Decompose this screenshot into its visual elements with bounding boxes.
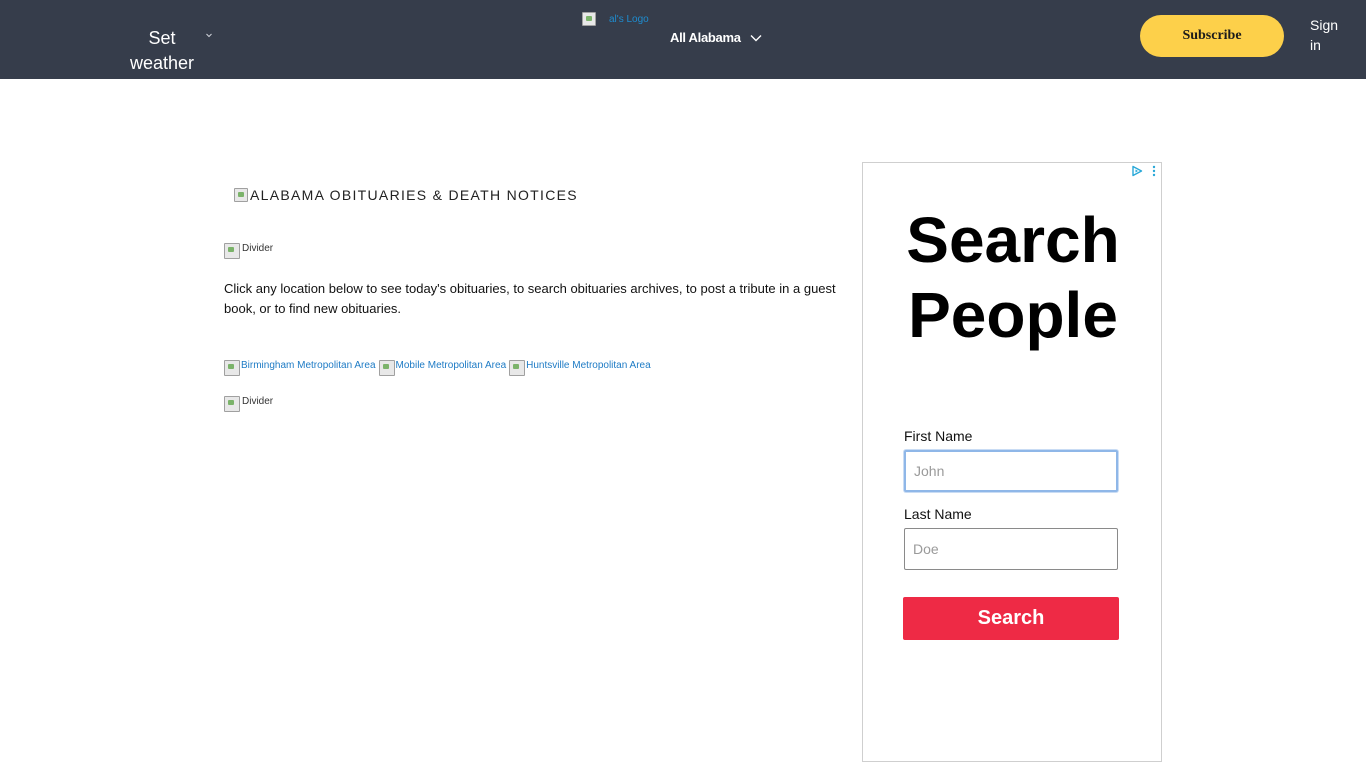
- metro-link-label: Birmingham Metropolitan Area: [241, 360, 376, 371]
- search-button[interactable]: Search: [903, 597, 1119, 640]
- metro-link-label: Huntsville Metropolitan Area: [526, 360, 651, 371]
- metro-area-links: Birmingham Metropolitan Area Mobile Metr…: [224, 360, 651, 376]
- broken-image-icon: [582, 12, 596, 26]
- ad-heading: Search People: [906, 204, 1120, 351]
- set-weather-button[interactable]: Set weather: [120, 26, 204, 76]
- chevron-down-icon[interactable]: [205, 31, 213, 39]
- divider-alt-text: Divider: [242, 396, 274, 407]
- logo-alt-text: al's Logo: [609, 13, 649, 25]
- chevron-down-icon: [750, 34, 762, 41]
- divider-image: Divider: [224, 396, 273, 412]
- sign-in-link[interactable]: Sign in: [1310, 15, 1350, 55]
- broken-image-icon: [224, 396, 240, 412]
- subscribe-button[interactable]: Subscribe: [1140, 15, 1284, 57]
- site-logo-link[interactable]: al's Logo: [582, 12, 649, 26]
- last-name-label: Last Name: [904, 506, 972, 522]
- broken-image-icon: [378, 360, 395, 376]
- intro-text: Click any location below to see today's …: [224, 281, 836, 316]
- page-title: ALABAMA OBITUARIES & DEATH NOTICES: [250, 187, 578, 203]
- broken-image-icon: [509, 360, 526, 376]
- metro-link-mobile[interactable]: Mobile Metropolitan Area: [378, 360, 507, 376]
- first-name-label: First Name: [904, 428, 973, 444]
- search-people-ad[interactable]: Search People First Name Last Name Searc…: [862, 162, 1162, 762]
- metro-link-huntsville[interactable]: Huntsville Metropolitan Area: [509, 360, 651, 376]
- metro-link-label: Mobile Metropolitan Area: [395, 360, 507, 371]
- metro-link-birmingham[interactable]: Birmingham Metropolitan Area: [224, 360, 376, 376]
- site-header: Set weather al's Logo All Alabama Subscr…: [0, 0, 1366, 79]
- divider-alt-text: Divider: [242, 243, 274, 254]
- region-label: All Alabama: [670, 30, 741, 45]
- broken-image-icon: [234, 188, 248, 202]
- broken-image-icon: [224, 360, 240, 376]
- last-name-input[interactable]: [904, 528, 1118, 570]
- more-options-icon[interactable]: [1151, 165, 1157, 177]
- page-title-image: ALABAMA OBITUARIES & DEATH NOTICES: [234, 187, 578, 203]
- region-dropdown[interactable]: All Alabama: [670, 30, 762, 45]
- first-name-input[interactable]: [904, 450, 1118, 492]
- divider-image: Divider: [224, 243, 273, 259]
- adchoices-icon[interactable]: [1131, 165, 1143, 177]
- broken-image-icon: [224, 243, 240, 259]
